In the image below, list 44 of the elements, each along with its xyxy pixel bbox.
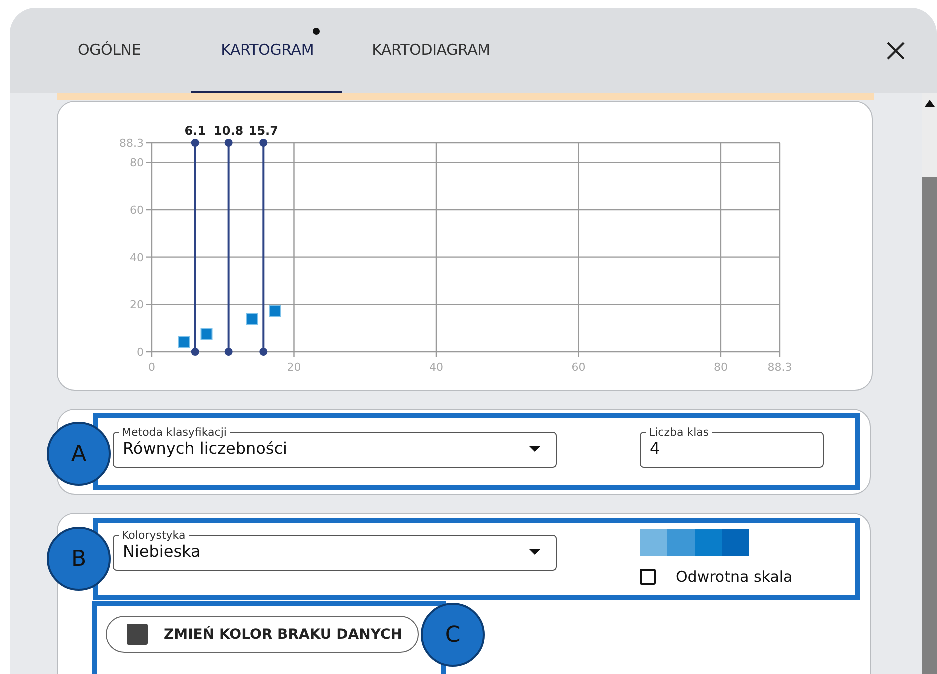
break-value-label: 15.7 <box>248 124 278 138</box>
data-point <box>200 328 213 340</box>
y-tick-label: 0 <box>137 346 144 359</box>
break-value-label: 6.1 <box>184 124 206 138</box>
x-tick-label: 40 <box>429 361 444 374</box>
field-value: Niebieska <box>123 542 201 561</box>
class-break-handle[interactable] <box>191 139 200 356</box>
x-tick-label: 0 <box>148 361 156 374</box>
checkbox-label: Odwrotna skala <box>676 568 793 586</box>
x-tick-label: 60 <box>572 361 586 374</box>
caret-icon <box>528 548 542 556</box>
y-tick-label: 40 <box>130 251 144 264</box>
data-point <box>269 305 282 318</box>
caret-icon <box>528 444 542 452</box>
color-square-icon <box>127 624 148 645</box>
field-value: 4 <box>650 439 660 458</box>
y-tick-label: 88.3 <box>120 137 144 150</box>
y-tick-label: 20 <box>130 298 144 312</box>
x-tick-label: 88.3 <box>768 361 792 374</box>
no-data-color-button[interactable]: ZMIEŃ KOLOR BRAKU DANYCH <box>106 616 419 653</box>
data-point <box>178 336 190 348</box>
scroll-up-icon[interactable] <box>924 100 934 107</box>
x-tick-label: 80 <box>714 361 728 374</box>
class-break-handle[interactable] <box>224 139 233 356</box>
checkbox[interactable] <box>640 569 656 585</box>
tab[interactable]: OGÓLNE <box>48 8 192 93</box>
y-tick-label: 60 <box>130 204 144 217</box>
y-tick-label: 80 <box>130 156 144 170</box>
field-label: Metoda klasyfikacji <box>121 426 228 439</box>
field-label: Kolorystyka <box>121 529 187 542</box>
field-value: Równych liczebności <box>123 439 288 458</box>
class-break-handle[interactable] <box>260 139 268 356</box>
callout-badge: B <box>47 527 111 591</box>
callout-badge: A <box>47 422 111 486</box>
dropdown-field[interactable]: Metoda klasyfikacji Równych liczebności <box>113 426 557 468</box>
tab[interactable]: KARTODIAGRAM <box>342 8 518 93</box>
field-label: Liczba klas <box>648 426 710 439</box>
input-field[interactable]: Liczba klas 4 <box>640 426 824 468</box>
data-point <box>246 313 258 326</box>
dropdown-field[interactable]: Kolorystyka Niebieska <box>113 529 557 571</box>
modified-dot-icon <box>313 28 320 35</box>
x-tick-label: 20 <box>287 361 302 374</box>
callout-badge: C <box>421 603 485 667</box>
break-value-label: 10.8 <box>214 124 244 138</box>
